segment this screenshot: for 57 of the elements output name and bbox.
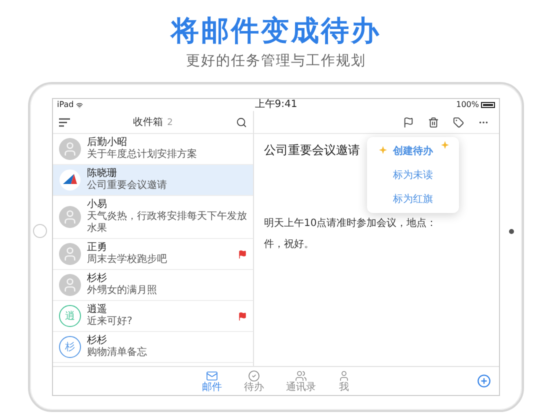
avatar-photo-placeholder bbox=[59, 274, 81, 296]
letter-avatar: 逍 bbox=[59, 305, 81, 327]
mail-subject: 天气炎热，行政将安排每天下午发放水果 bbox=[87, 211, 247, 235]
battery-icon bbox=[481, 102, 495, 108]
letter-avatar: 杉 bbox=[59, 336, 81, 358]
mail-row[interactable]: 后勤小昭 关于年度总计划安排方案 bbox=[53, 134, 253, 165]
avatar-photo-placeholder bbox=[59, 206, 81, 228]
sender-name: 正勇 bbox=[87, 242, 108, 254]
sender-name: 杉杉 bbox=[87, 335, 107, 347]
flag-icon[interactable] bbox=[403, 116, 414, 128]
device-name: iPad bbox=[57, 99, 74, 111]
message-subject: 公司重要会议邀请 bbox=[264, 142, 360, 159]
mail-row[interactable]: 小易 天气炎热，行政将安排每天下午发放水果 bbox=[53, 196, 253, 239]
message-body-end: 件，祝好。 bbox=[264, 238, 314, 251]
person-icon bbox=[338, 370, 350, 382]
tab[interactable]: 我 bbox=[338, 370, 350, 392]
avatar-photo-placeholder bbox=[59, 243, 81, 265]
unread-count: 2 bbox=[167, 118, 173, 128]
mail-subject: 公司重要会议邀请 bbox=[87, 180, 168, 192]
wifi-icon bbox=[76, 102, 83, 108]
tab[interactable]: 邮件 bbox=[202, 370, 222, 392]
mail-icon bbox=[206, 370, 218, 382]
status-time: 上午9:41 bbox=[254, 99, 298, 111]
avatar-photo-placeholder bbox=[59, 138, 81, 160]
headline: 将邮件变成待办 bbox=[171, 14, 381, 48]
mail-subject: 关于年度总计划安排方案 bbox=[87, 149, 198, 161]
mail-subject: 周末去学校跑步吧 bbox=[87, 254, 168, 266]
sparkle-icon bbox=[441, 141, 449, 149]
mail-subject: 近来可好? bbox=[87, 316, 134, 328]
sort-icon[interactable] bbox=[59, 118, 70, 126]
mail-row[interactable]: 杉杉 外甥女的满月照 bbox=[53, 270, 253, 301]
mail-row[interactable]: 正勇 周末去学校跑步吧 bbox=[53, 239, 253, 270]
search-icon[interactable] bbox=[236, 116, 247, 128]
logo-avatar bbox=[59, 169, 81, 191]
mail-subject: 购物清单备忘 bbox=[87, 347, 148, 359]
sender-name: 逍遥 bbox=[87, 304, 108, 316]
camera-dot bbox=[509, 229, 514, 234]
compose-icon[interactable] bbox=[477, 374, 491, 388]
sender-name: 陈晓珊 bbox=[87, 168, 118, 180]
mail-row[interactable]: 逍 逍遥 近来可好? bbox=[53, 301, 253, 332]
battery-percent: 100% bbox=[456, 99, 479, 111]
check-circle-icon bbox=[248, 370, 260, 382]
subheadline: 更好的任务管理与工作规划 bbox=[186, 52, 366, 70]
tag-icon[interactable] bbox=[453, 116, 464, 128]
sender-name: 杉杉 bbox=[87, 273, 108, 284]
mail-row[interactable]: 杉 杉杉 购物清单备忘 bbox=[53, 332, 253, 363]
mail-row[interactable]: 陈晓珊 公司重要会议邀请 bbox=[53, 165, 253, 196]
mail-subject: 外甥女的满月照 bbox=[87, 285, 158, 297]
sender-name: 小易 bbox=[87, 199, 108, 211]
tab[interactable]: 通讯录 bbox=[286, 370, 316, 392]
sparkle-icon bbox=[379, 146, 387, 154]
inbox-title[interactable]: 收件箱 bbox=[133, 115, 164, 129]
message-body: 明天上午10点请准时参加会议，地点： bbox=[264, 217, 437, 230]
sender-name: 后勤小昭 bbox=[87, 137, 128, 148]
trash-icon[interactable] bbox=[428, 116, 439, 128]
contacts-icon bbox=[295, 370, 307, 382]
tab[interactable]: 待办 bbox=[244, 370, 264, 392]
